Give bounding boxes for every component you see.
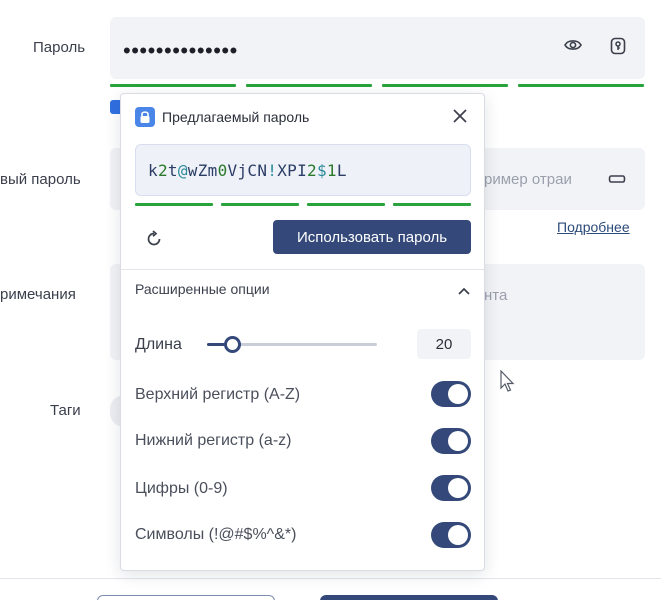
section-divider (121, 269, 484, 270)
lock-logo-icon (135, 107, 155, 127)
password-char: t (167, 160, 178, 180)
password-char: m (207, 160, 218, 180)
generated-strength-segment-3 (307, 203, 385, 206)
password-value: •••••••••••••• (123, 38, 238, 63)
option-symbols-label: Символы (!@#$%^&*) (135, 526, 297, 543)
option-digits-label: Цифры (0-9) (135, 480, 228, 497)
new-password-placeholder: ример отраи (484, 171, 572, 188)
password-label: Пароль (33, 39, 86, 56)
use-password-button[interactable]: Использовать пароль (273, 220, 471, 254)
toggle-knob (448, 384, 468, 404)
strength-segment-2 (246, 84, 372, 87)
option-uppercase-toggle[interactable] (431, 381, 471, 407)
password-char: 0 (217, 160, 228, 180)
footer-divider (0, 578, 661, 579)
strength-segment-3 (382, 84, 508, 87)
toggle-knob (448, 478, 468, 498)
notes-label: римечания (0, 286, 76, 303)
tags-label: Таги (50, 402, 81, 419)
key-generator-icon[interactable] (610, 37, 626, 60)
strength-segment-1 (110, 84, 236, 87)
option-lowercase-toggle[interactable] (431, 428, 471, 454)
password-char: j (237, 160, 248, 180)
password-char: P (287, 160, 298, 180)
generated-strength-segment-2 (221, 203, 299, 206)
password-char: I (297, 160, 307, 180)
password-generator-popup: Предлагаемый пароль k 2 t @ w Zm 0 Vj C N! X P I 2 $1 L… (120, 93, 485, 571)
popup-header: Предлагаемый пароль (135, 105, 309, 129)
eye-icon[interactable] (564, 38, 582, 57)
advanced-options-title: Расширенные опции (135, 281, 270, 297)
length-input[interactable]: 20 (417, 329, 471, 359)
chevron-up-icon[interactable] (456, 284, 472, 296)
mouse-cursor-icon (500, 370, 515, 392)
option-digits-toggle[interactable] (431, 475, 471, 501)
toggle-knob (448, 525, 468, 545)
length-slider-thumb[interactable] (224, 336, 241, 353)
notes-placeholder: нта (484, 287, 508, 304)
password-char: $ (316, 160, 327, 180)
password-char: k (148, 160, 158, 180)
password-char: C (247, 160, 258, 180)
password-char: w (187, 160, 198, 180)
password-char: V (227, 160, 238, 180)
password-char: 2 (307, 160, 317, 180)
password-char: Z (197, 160, 208, 180)
option-lowercase-label: Нижний регистр (a-z) (135, 432, 292, 449)
toggle-knob (448, 431, 468, 451)
refresh-icon[interactable] (143, 228, 165, 250)
copy-icon[interactable] (608, 171, 626, 192)
password-char: 2 (157, 160, 168, 180)
option-uppercase-label: Верхний регистр (A-Z) (135, 386, 301, 403)
password-char: N (257, 160, 268, 180)
close-icon[interactable] (450, 106, 470, 126)
generated-password[interactable]: k 2 t @ w Zm 0 Vj C N! X P I 2 $1 L (135, 144, 471, 196)
generated-strength-segment-1 (135, 203, 213, 206)
password-char: @ (177, 160, 188, 180)
option-symbols-toggle[interactable] (431, 522, 471, 548)
save-button[interactable] (320, 595, 498, 600)
password-char: L (336, 160, 347, 180)
length-slider[interactable] (207, 336, 377, 353)
more-link[interactable]: Подробнее (557, 219, 630, 235)
cancel-button[interactable] (97, 595, 275, 600)
password-char: ! (267, 160, 278, 180)
password-char: 1 (326, 160, 337, 180)
length-label: Длина (135, 336, 182, 353)
strength-segment-4 (518, 84, 644, 87)
new-password-label: вый пароль (0, 171, 81, 188)
password-char: X (277, 160, 288, 180)
popup-title: Предлагаемый пароль (162, 109, 310, 125)
generated-strength-segment-4 (393, 203, 471, 206)
